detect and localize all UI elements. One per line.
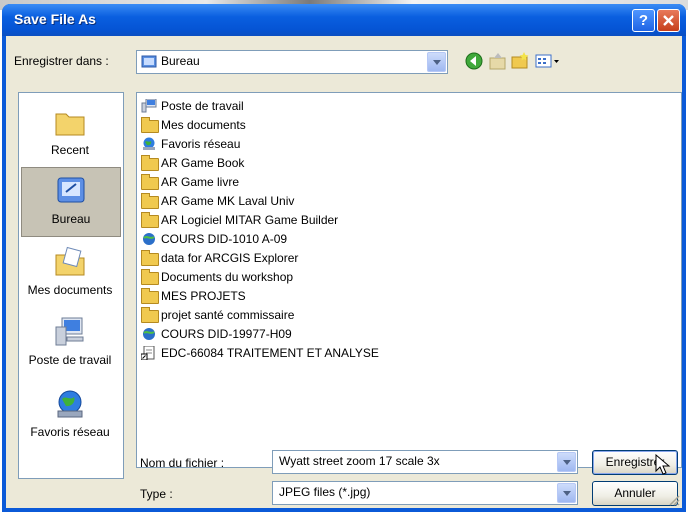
globe-shortcut-icon (143, 328, 155, 340)
filename-value: Wyatt street zoom 17 scale 3x (279, 454, 440, 468)
close-button[interactable] (657, 9, 680, 32)
my-documents-icon (55, 246, 85, 276)
back-icon[interactable] (464, 51, 484, 71)
dialog-title: Save File As (14, 11, 96, 27)
save-in-value: Bureau (161, 54, 200, 68)
help-button[interactable]: ? (632, 9, 655, 32)
folder-icon (141, 307, 159, 323)
network-places-icon (143, 137, 155, 150)
place-mes-documents-label: Mes documents (27, 283, 113, 297)
place-bureau[interactable]: Bureau (21, 167, 121, 237)
chevron-down-icon[interactable] (557, 483, 576, 503)
save-in-dropdown[interactable]: Bureau (136, 50, 448, 74)
new-folder-icon[interactable] (510, 51, 530, 71)
desktop-icon (141, 55, 157, 68)
place-recent-label: Recent (50, 143, 90, 157)
my-computer-icon (55, 317, 84, 346)
my-computer-icon (141, 99, 157, 113)
file-list[interactable]: Poste de travail Mes documents Favoris r… (136, 92, 682, 468)
filetype-dropdown[interactable]: JPEG files (*.jpg) (272, 481, 578, 505)
place-favoris-reseau-label: Favoris réseau (30, 425, 110, 439)
save-in-label: Enregistrer dans : (14, 54, 109, 68)
title-bar[interactable]: Save File As ? (2, 4, 686, 36)
folder-icon (141, 250, 159, 266)
filename-input[interactable]: Wyatt street zoom 17 scale 3x (272, 450, 578, 474)
chevron-down-icon[interactable] (427, 52, 446, 72)
place-bureau-label: Bureau (51, 212, 91, 226)
filename-label: Nom du fichier : (140, 456, 225, 470)
filetype-value: JPEG files (*.jpg) (279, 485, 371, 499)
globe-shortcut-icon (143, 233, 155, 245)
resize-grip-icon[interactable] (668, 494, 680, 506)
mouse-cursor-icon (655, 454, 671, 475)
document-shortcut-icon (141, 346, 155, 360)
chevron-down-icon[interactable] (557, 452, 576, 472)
folder-icon (141, 212, 159, 228)
folder-icon (141, 269, 159, 285)
close-icon (663, 15, 674, 26)
folder-icon (141, 193, 159, 209)
place-favoris-reseau[interactable]: Favoris réseau (21, 381, 119, 449)
places-bar: Recent Bureau Mes documents Poste de tra… (18, 92, 124, 479)
dialog-client-area: Enregistrer dans : Bureau Recent Bureau … (6, 36, 682, 508)
place-mes-documents[interactable]: Mes documents (21, 239, 119, 307)
desktop-icon (57, 177, 85, 203)
place-recent[interactable]: Recent (21, 99, 119, 167)
recent-folder-icon (55, 113, 85, 136)
my-documents-icon (141, 117, 159, 133)
folder-icon (141, 288, 159, 304)
up-folder-icon[interactable] (488, 51, 508, 71)
place-poste-de-travail-label: Poste de travail (28, 353, 112, 367)
place-poste-de-travail[interactable]: Poste de travail (21, 309, 119, 377)
view-menu-icon[interactable] (534, 51, 560, 71)
network-places-icon (57, 390, 83, 418)
folder-icon (141, 155, 159, 171)
save-file-dialog: Save File As ? Enregistrer dans : Bureau… (2, 4, 686, 512)
cancel-button[interactable]: Annuler (592, 481, 678, 506)
filetype-label: Type : (140, 487, 173, 501)
folder-icon (141, 174, 159, 190)
